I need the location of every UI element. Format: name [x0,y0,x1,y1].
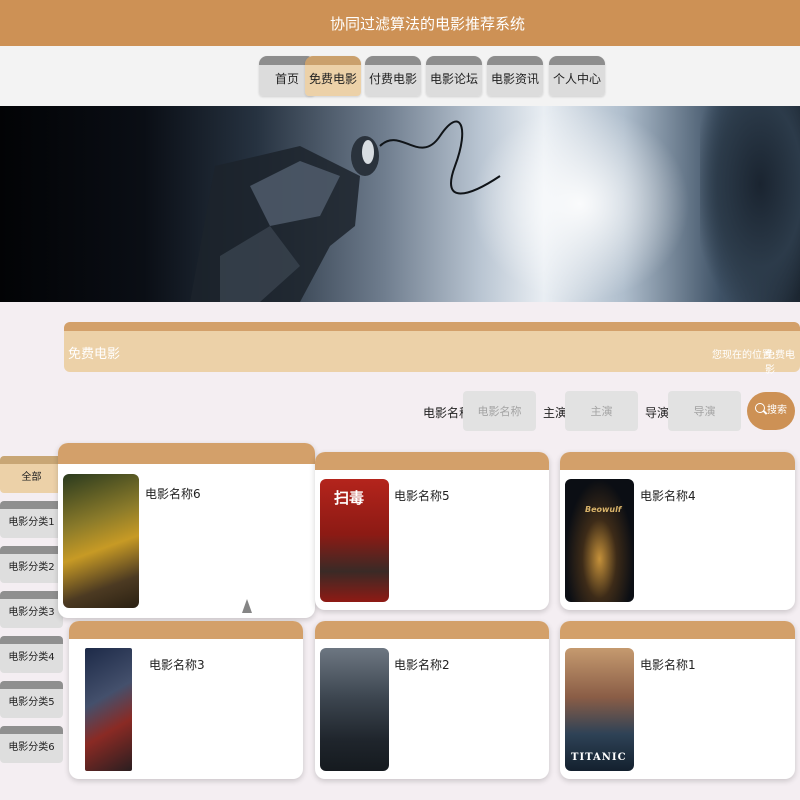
category-3[interactable]: 电影分类3 [0,591,63,628]
movie-card[interactable]: Beowulf 电影名称4 [560,452,795,610]
movie-title[interactable]: 电影名称1 [640,656,696,673]
movie-poster[interactable]: 扫毒 [320,479,389,602]
category-6[interactable]: 电影分类6 [0,726,63,763]
nav-item-profile[interactable]: 个人中心 [549,56,605,96]
nav-item-free-movies[interactable]: 免费电影 [305,56,361,96]
hero-banner [0,106,800,302]
movie-poster[interactable] [63,474,139,608]
nav-item-forum[interactable]: 电影论坛 [426,56,482,96]
card-header [315,452,549,470]
actor-input[interactable] [565,391,638,431]
movie-card[interactable]: 电影名称2 [315,621,549,779]
movie-poster[interactable] [320,648,389,771]
actor-label: 主演 [543,406,568,420]
movie-card[interactable]: 电影名称6 [58,443,315,618]
card-header [58,443,315,464]
nav-bar: 首页 免费电影 付费电影 电影论坛 电影资讯 个人中心 [0,46,800,106]
poster-title-text: Beowulf [585,505,622,514]
card-header [315,621,549,639]
search-button-label: 搜索 [767,405,787,416]
category-1[interactable]: 电影分类1 [0,501,63,538]
poster-title-text: 扫毒 [334,489,365,507]
category-4[interactable]: 电影分类4 [0,636,63,673]
search-button[interactable]: 搜索 [747,392,795,430]
movie-poster[interactable]: Beowulf [565,479,634,602]
category-all[interactable]: 全部 [0,456,63,493]
movie-title[interactable]: 电影名称2 [394,656,450,673]
movie-title[interactable]: 电影名称5 [394,487,450,504]
movie-title[interactable]: 电影名称6 [145,485,201,502]
movie-title[interactable]: 电影名称4 [640,487,696,504]
movie-card[interactable]: 电影名称3 [69,621,303,779]
category-2[interactable]: 电影分类2 [0,546,63,583]
movie-card[interactable]: 扫毒 电影名称5 [315,452,549,610]
breadcrumb-current[interactable]: 免费电影 [765,346,800,376]
poster-title-text: TITANIC [571,752,627,763]
section-header [64,322,800,372]
card-header [560,452,795,470]
card-header [560,621,795,639]
director-label: 导演 [645,406,670,420]
movie-card[interactable]: TITANIC 电影名称1 [560,621,795,779]
movie-poster[interactable]: TITANIC [565,648,634,771]
card-header [69,621,303,639]
movie-poster[interactable] [85,648,132,771]
site-title: 协同过滤算法的电影推荐系统 [329,15,525,33]
search-icon [755,403,765,413]
mouse-cursor-icon [242,599,252,613]
movie-name-input[interactable] [463,391,536,431]
movie-title[interactable]: 电影名称3 [149,656,205,673]
nav-item-paid-movies[interactable]: 付费电影 [365,56,421,96]
section-title: 免费电影 [68,347,121,362]
category-5[interactable]: 电影分类5 [0,681,63,718]
director-input[interactable] [668,391,741,431]
astronaut-illustration [190,120,501,302]
nav-item-news[interactable]: 电影资讯 [487,56,543,96]
